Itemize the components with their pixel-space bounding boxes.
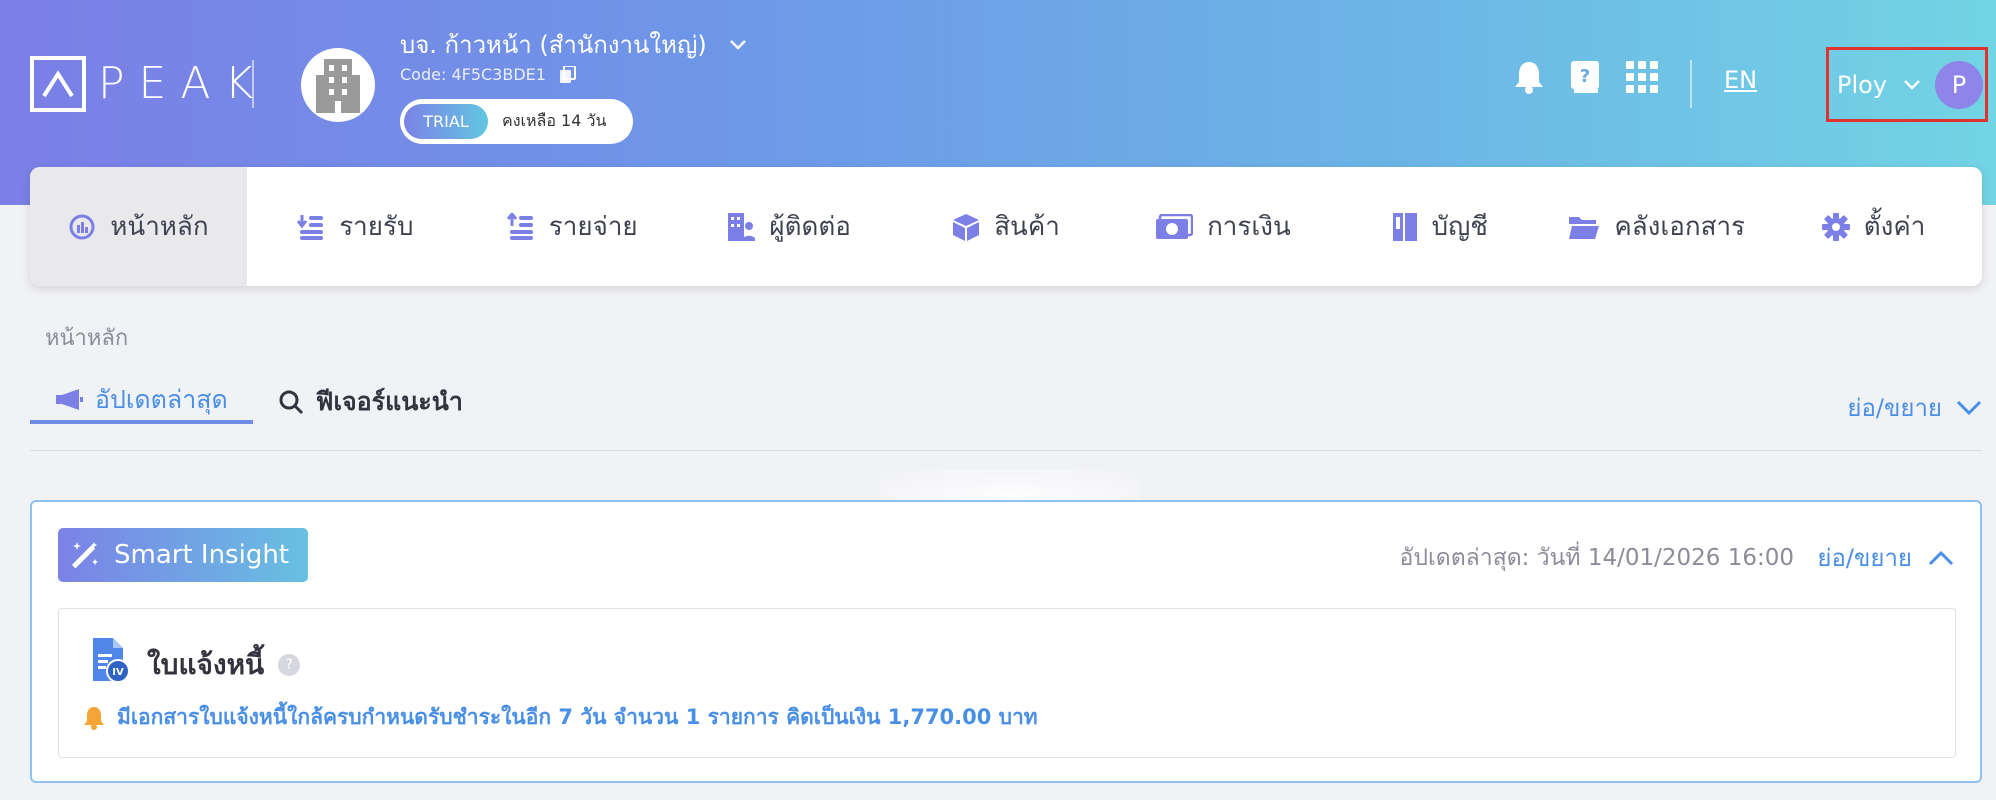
smart-insight-badge: Smart Insight: [58, 528, 308, 582]
tab-label: ฟีเจอร์แนะนำ: [315, 387, 463, 416]
nav-item-home[interactable]: หน้าหลัก: [30, 167, 247, 286]
chevron-down-icon: [729, 39, 746, 50]
header-divider-right: [1690, 60, 1692, 108]
nav-item-documents[interactable]: คลังเอกสาร: [1548, 167, 1765, 286]
toggle-label: ย่อ/ขยาย: [1817, 544, 1912, 572]
main-nav: หน้าหลัก รายรับ รายจ่าย ผู้ติดต่อ สินค้า…: [30, 167, 1982, 286]
apps-grid-icon[interactable]: [1625, 60, 1659, 94]
company-code-row: Code: 4F5C3BDE1: [400, 65, 576, 84]
smart-insight-card: Smart Insight อัปเดตล่าสุด: วันที่ 14/01…: [30, 500, 1982, 783]
invoice-alert-message: มีเอกสารใบแจ้งหนี้ใกล้ครบกำหนดรับชำระในอ…: [117, 705, 1038, 729]
money-icon: [1156, 213, 1194, 239]
help-icon[interactable]: ?: [278, 654, 301, 676]
user-name: Ploy: [1837, 70, 1888, 99]
company-building-icon: [301, 48, 375, 122]
company-name: บจ. ก้าวหน้า (สำนักงานใหญ่): [400, 31, 707, 59]
income-icon: [297, 214, 324, 240]
peak-logo[interactable]: PEAK: [30, 56, 267, 112]
header-divider: [252, 60, 254, 108]
help-book-icon[interactable]: ?: [1568, 60, 1602, 94]
nav-label: คลังเอกสาร: [1614, 212, 1746, 242]
contacts-icon: [728, 212, 756, 241]
nav-label: การเงิน: [1207, 212, 1291, 242]
nav-item-income[interactable]: รายรับ: [247, 167, 464, 286]
invoice-alert[interactable]: มีเอกสารใบแจ้งหนี้ใกล้ครบกำหนดรับชำระในอ…: [83, 701, 1038, 734]
folder-icon: [1569, 216, 1600, 239]
invoice-insight-panel: IV ใบแจ้งหนี้ ? มีเอกสารใบแจ้งหนี้ใกล้คร…: [58, 608, 1956, 758]
last-updated-text: อัปเดตล่าสุด: วันที่ 14/01/2026 16:00: [1399, 545, 1794, 571]
tab-label: อัปเดตล่าสุด: [95, 385, 228, 414]
chevron-down-icon: [1904, 79, 1920, 90]
nav-label: ตั้งค่า: [1863, 212, 1926, 242]
megaphone-icon: [56, 389, 83, 410]
expense-icon: [506, 212, 533, 240]
chevron-up-icon: [1928, 550, 1954, 565]
trial-remaining: คงเหลือ 14 วัน: [502, 111, 607, 130]
bell-icon[interactable]: [1512, 60, 1546, 94]
trial-badge: TRIAL: [404, 104, 488, 139]
gear-icon: [1821, 212, 1850, 241]
chevron-down-icon: [1956, 400, 1982, 415]
collapse-label: ย่อ/ขยาย: [1847, 394, 1942, 422]
nav-label: หน้าหลัก: [110, 212, 209, 242]
tabs-divider: [30, 450, 1982, 451]
avatar: P: [1935, 60, 1984, 109]
company-code: Code: 4F5C3BDE1: [400, 65, 546, 84]
home-tabs: อัปเดตล่าสุด ฟีเจอร์แนะนำ: [30, 380, 488, 424]
dashboard-icon: [69, 214, 95, 239]
nav-label: สินค้า: [994, 212, 1060, 242]
invoice-title-row: ใบแจ้งหนี้ ?: [147, 643, 301, 687]
smart-insight-label: Smart Insight: [114, 540, 290, 570]
invoice-document-icon: IV: [91, 637, 131, 687]
nav-label: ผู้ติดต่อ: [769, 212, 851, 242]
collapse-toggle-button[interactable]: ย่อ/ขยาย: [1847, 388, 1982, 427]
invoice-icon-badge: IV: [112, 667, 124, 678]
trial-status[interactable]: TRIAL คงเหลือ 14 วัน: [400, 99, 633, 144]
nav-label: บัญชี: [1431, 212, 1488, 242]
tab-latest-updates[interactable]: อัปเดตล่าสุด: [30, 380, 253, 424]
logo-mark: [30, 56, 86, 112]
nav-item-expense[interactable]: รายจ่าย: [464, 167, 681, 286]
logo-text: PEAK: [98, 58, 268, 109]
product-box-icon: [953, 213, 980, 241]
search-icon: [279, 390, 303, 415]
language-switch[interactable]: EN: [1724, 66, 1757, 94]
nav-item-contacts[interactable]: ผู้ติดต่อ: [681, 167, 898, 286]
nav-item-accounting[interactable]: บัญชี: [1331, 167, 1548, 286]
nav-label: รายรับ: [339, 212, 414, 242]
ledger-icon: [1392, 212, 1417, 241]
nav-item-finance[interactable]: การเงิน: [1114, 167, 1331, 286]
user-menu[interactable]: Ploy P: [1826, 47, 1988, 122]
magic-wand-icon: [72, 542, 98, 569]
nav-item-products[interactable]: สินค้า: [898, 167, 1115, 286]
svg-text:?: ?: [1580, 66, 1590, 87]
nav-item-settings[interactable]: ตั้งค่า: [1765, 167, 1982, 286]
copy-icon[interactable]: [559, 65, 576, 84]
tab-recommended-features[interactable]: ฟีเจอร์แนะนำ: [253, 380, 488, 424]
company-selector[interactable]: บจ. ก้าวหน้า (สำนักงานใหญ่): [400, 25, 747, 64]
invoice-title: ใบแจ้งหนี้: [147, 648, 265, 681]
nav-label: รายจ่าย: [548, 212, 638, 242]
insight-collapse-button[interactable]: ย่อ/ขยาย: [1817, 538, 1954, 577]
bell-warning-icon: [84, 706, 104, 730]
breadcrumb[interactable]: หน้าหลัก: [45, 320, 128, 355]
